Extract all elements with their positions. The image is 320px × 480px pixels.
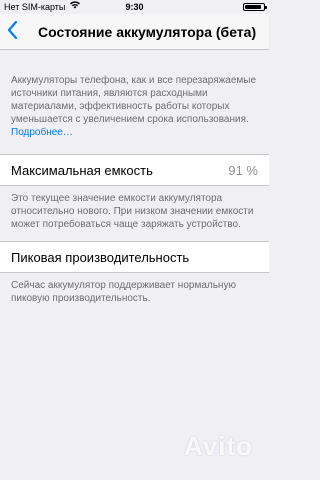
status-bar: Нет SIM-карты 9:30: [0, 0, 269, 14]
max-capacity-cell: Максимальная емкость 91 %: [0, 154, 269, 186]
battery-fill: [245, 5, 262, 9]
navigation-bar: Состояние аккумулятора (бета): [0, 14, 269, 50]
max-capacity-label: Максимальная емкость: [11, 163, 153, 178]
peak-performance-label: Пиковая производительность: [11, 250, 190, 265]
chevron-left-icon[interactable]: [7, 20, 18, 43]
intro-section: Аккумуляторы телефона, как и все перезар…: [11, 74, 261, 139]
peak-performance-cell: Пиковая производительность: [0, 241, 269, 273]
page-title: Состояние аккумулятора (бета): [38, 24, 257, 40]
battery-icon: [243, 3, 267, 11]
max-capacity-description: Это текущее значение емкости аккумулятор…: [11, 193, 254, 230]
max-capacity-value: 91 %: [228, 163, 258, 178]
learn-more-link[interactable]: Подробнее…: [11, 127, 73, 138]
watermark-logo: Avito: [183, 431, 253, 461]
intro-text: Аккумуляторы телефона, как и все перезар…: [11, 75, 257, 125]
status-time: 9:30: [125, 2, 144, 12]
peak-performance-description: Сейчас аккумулятор поддерживает нормальн…: [11, 280, 236, 304]
